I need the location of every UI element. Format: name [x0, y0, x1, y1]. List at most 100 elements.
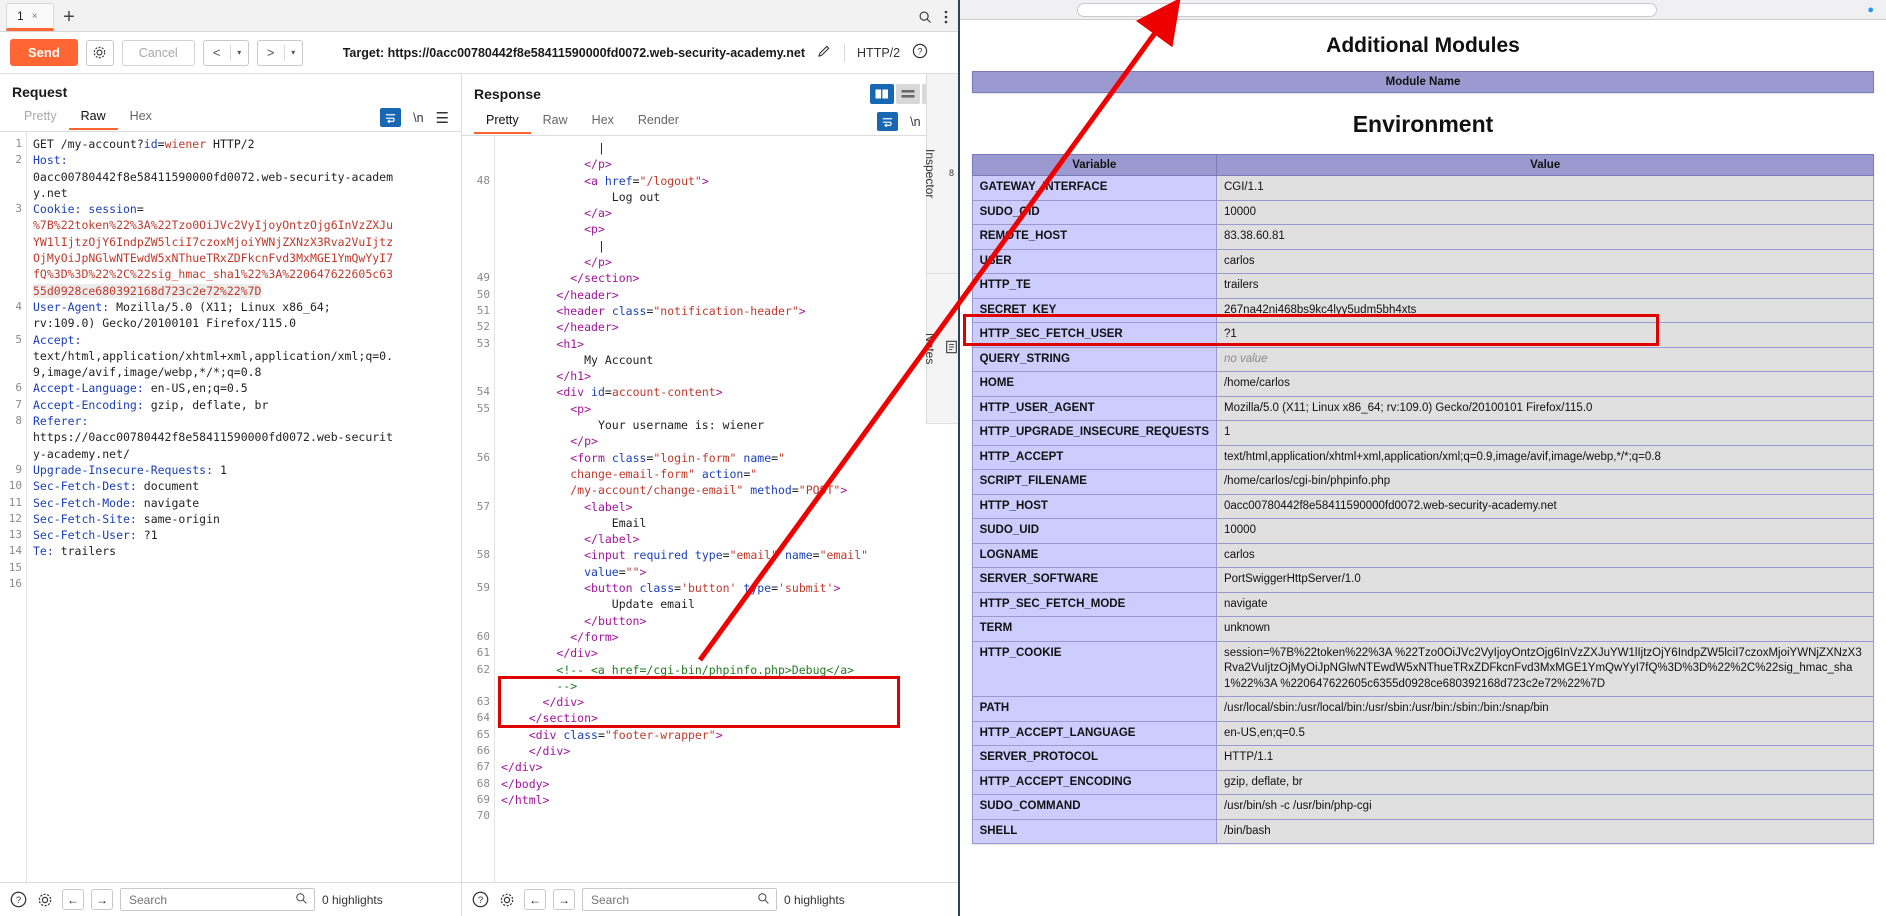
env-variable-value: ?1 — [1215, 322, 1875, 348]
tab-response-render[interactable]: Render — [626, 109, 691, 134]
tab-request-hex[interactable]: Hex — [118, 105, 164, 130]
env-variable-value: 0acc00780442f8e58411590000fd0072.web-sec… — [1215, 493, 1875, 520]
newline-toggle[interactable]: \n — [910, 115, 920, 129]
cancel-button[interactable]: Cancel — [121, 39, 195, 66]
request-search-box[interactable] — [120, 888, 315, 911]
newline-toggle[interactable]: \n — [413, 111, 423, 125]
wrap-icon[interactable] — [380, 108, 402, 127]
env-variable-name: TERM — [971, 616, 1217, 642]
question-circle-icon[interactable]: ? — [8, 890, 28, 910]
env-variable-name: USER — [971, 248, 1217, 275]
wrap-icon[interactable] — [877, 112, 899, 131]
additional-modules-heading: Additional Modules — [1326, 34, 1520, 57]
table-row: SHELL/bin/bash — [971, 818, 1875, 845]
tab-response-pretty[interactable]: Pretty — [474, 109, 531, 134]
response-editor[interactable]: 48 49 50 51 52 53 54 55 56 57 58 59 60 6… — [462, 136, 958, 882]
split-vertical-icon[interactable] — [870, 84, 894, 104]
chevron-down-icon[interactable]: ▾ — [285, 41, 302, 65]
tab-request-pretty[interactable]: Pretty — [12, 105, 69, 130]
question-circle-icon[interactable]: ? — [912, 43, 928, 62]
env-variable-name: SECRET_KEY — [971, 297, 1217, 324]
magnifier-icon[interactable] — [295, 892, 308, 908]
sidebar-item-inspector[interactable]: 8 Inspector — [923, 74, 958, 274]
svg-text:?: ? — [15, 895, 20, 906]
question-circle-icon[interactable]: ? — [470, 890, 490, 910]
request-code[interactable]: GET /my-account?id=wiener HTTP/2 Host: 0… — [27, 132, 461, 882]
pencil-icon[interactable] — [817, 44, 832, 62]
env-variable-name: SHELL — [971, 818, 1217, 845]
gear-icon[interactable] — [85, 39, 114, 66]
env-variable-value: trailers — [1215, 273, 1875, 299]
env-variable-name: HTTP_COOKIE — [971, 640, 1217, 698]
back-button[interactable]: < ▾ — [202, 39, 249, 66]
table-row: GATEWAY_INTERFACE CGI/1.1 — [971, 175, 1875, 201]
response-code[interactable]: | </p> <a href="/logout"> Log out </a> <… — [495, 136, 958, 882]
request-status-bar: ? ← → 0 highlights — [0, 882, 461, 916]
protocol-label: HTTP/2 — [857, 45, 901, 60]
environment-heading: Environment — [1352, 111, 1494, 137]
inspector-icon: 8 — [945, 166, 958, 182]
env-variable-value: navigate — [1215, 591, 1875, 618]
env-variable-value: Mozilla/5.0 (X11; Linux x86_64; rv:109.0… — [1215, 395, 1875, 422]
gear-icon[interactable] — [35, 890, 55, 910]
env-variable-value: 267na42ni468bs9kc4lyy5udm5bh4xts — [1215, 297, 1875, 324]
response-title: Response — [474, 86, 541, 102]
response-subtabs: Pretty Raw Hex Render \n ☰ — [462, 108, 958, 136]
env-variable-value: CGI/1.1 — [1215, 175, 1875, 201]
env-variable-value: en-US,en;q=0.5 — [1215, 720, 1875, 747]
divider — [844, 43, 846, 62]
env-variable-name: PATH — [971, 696, 1217, 722]
response-line-numbers: 48 49 50 51 52 53 54 55 56 57 58 59 60 6… — [476, 173, 490, 823]
sidebar-item-label: Notes — [923, 332, 937, 365]
env-variable-name: HTTP_HOST — [971, 493, 1217, 520]
sidebar-item-notes[interactable]: Notes — [923, 274, 958, 424]
variable-header: Variable — [971, 154, 1217, 176]
search-input[interactable] — [127, 891, 295, 908]
response-pane: Response Pretty Raw Hex Render \n 48 49 … — [462, 74, 958, 916]
search-prev-button[interactable]: ← — [524, 889, 546, 910]
env-variable-name: REMOTE_HOST — [971, 224, 1217, 250]
hamburger-icon[interactable]: ☰ — [436, 109, 449, 127]
table-row: HTTP_HOST 0acc00780442f8e58411590000fd007… — [971, 493, 1875, 520]
request-editor[interactable]: 1 2 3 4 5 6 7 8 9 10 11 12 13 14 15 16 G… — [0, 132, 461, 882]
browser-window: ● Additional Modules Module Name Environ… — [960, 0, 1886, 916]
search-input[interactable] — [589, 891, 757, 908]
star-icon[interactable]: ● — [1867, 4, 1874, 16]
table-row: SERVER_PROTOCOL HTTP/1.1 — [971, 745, 1875, 771]
table-row: HTTP_SEC_FETCH_USER ?1 — [971, 322, 1875, 348]
tab-response-raw[interactable]: Raw — [531, 109, 580, 134]
table-row: TERM unknown — [971, 616, 1875, 642]
send-button[interactable]: Send — [10, 39, 78, 66]
target-label: Target: https://0acc00780442f8e584115900… — [342, 45, 806, 60]
tab-response-hex[interactable]: Hex — [580, 109, 626, 134]
table-row: SERVER_SOFTWARE PortSwiggerHttpServer/1.0 — [971, 567, 1875, 593]
repeater-tab-1[interactable]: 1 × — [6, 3, 54, 31]
table-row: QUERY_STRING no value — [971, 346, 1875, 373]
split-horizontal-icon[interactable] — [896, 84, 920, 104]
more-vertical-icon[interactable] — [944, 10, 948, 27]
env-variable-value: carlos — [1215, 542, 1875, 569]
address-bar[interactable] — [1077, 2, 1658, 17]
magnifier-icon[interactable] — [757, 892, 770, 908]
tabstrip-tools — [918, 10, 958, 31]
search-next-button[interactable]: → — [91, 889, 113, 910]
table-row: HOME/home/carlos — [971, 371, 1875, 397]
table-row: REMOTE_HOST 83.38.60.81 — [971, 224, 1875, 250]
forward-button[interactable]: > ▾ — [256, 39, 303, 66]
add-tab-button[interactable]: + — [54, 3, 84, 31]
table-row: SUDO_UID 10000 — [971, 518, 1875, 544]
burp-suite-repeater: 1 × + Send Cancel < ▾ > ▾ Target: https:… — [0, 0, 960, 916]
env-variable-name: HTTP_TE — [971, 273, 1217, 299]
value-header: Value — [1215, 154, 1875, 176]
env-variable-name: HOME — [971, 371, 1217, 397]
gear-icon[interactable] — [497, 890, 517, 910]
env-variable-value: /usr/bin/sh -c /usr/bin/php-cgi — [1215, 794, 1875, 820]
response-search-box[interactable] — [582, 888, 777, 911]
search-next-button[interactable]: → — [553, 889, 575, 910]
env-variable-name: HTTP_ACCEPT_ENCODING — [971, 769, 1217, 796]
search-icon[interactable] — [918, 10, 932, 27]
chevron-down-icon[interactable]: ▾ — [231, 41, 248, 65]
tab-request-raw[interactable]: Raw — [68, 105, 118, 130]
search-prev-button[interactable]: ← — [62, 889, 84, 910]
close-icon[interactable]: × — [32, 11, 38, 22]
